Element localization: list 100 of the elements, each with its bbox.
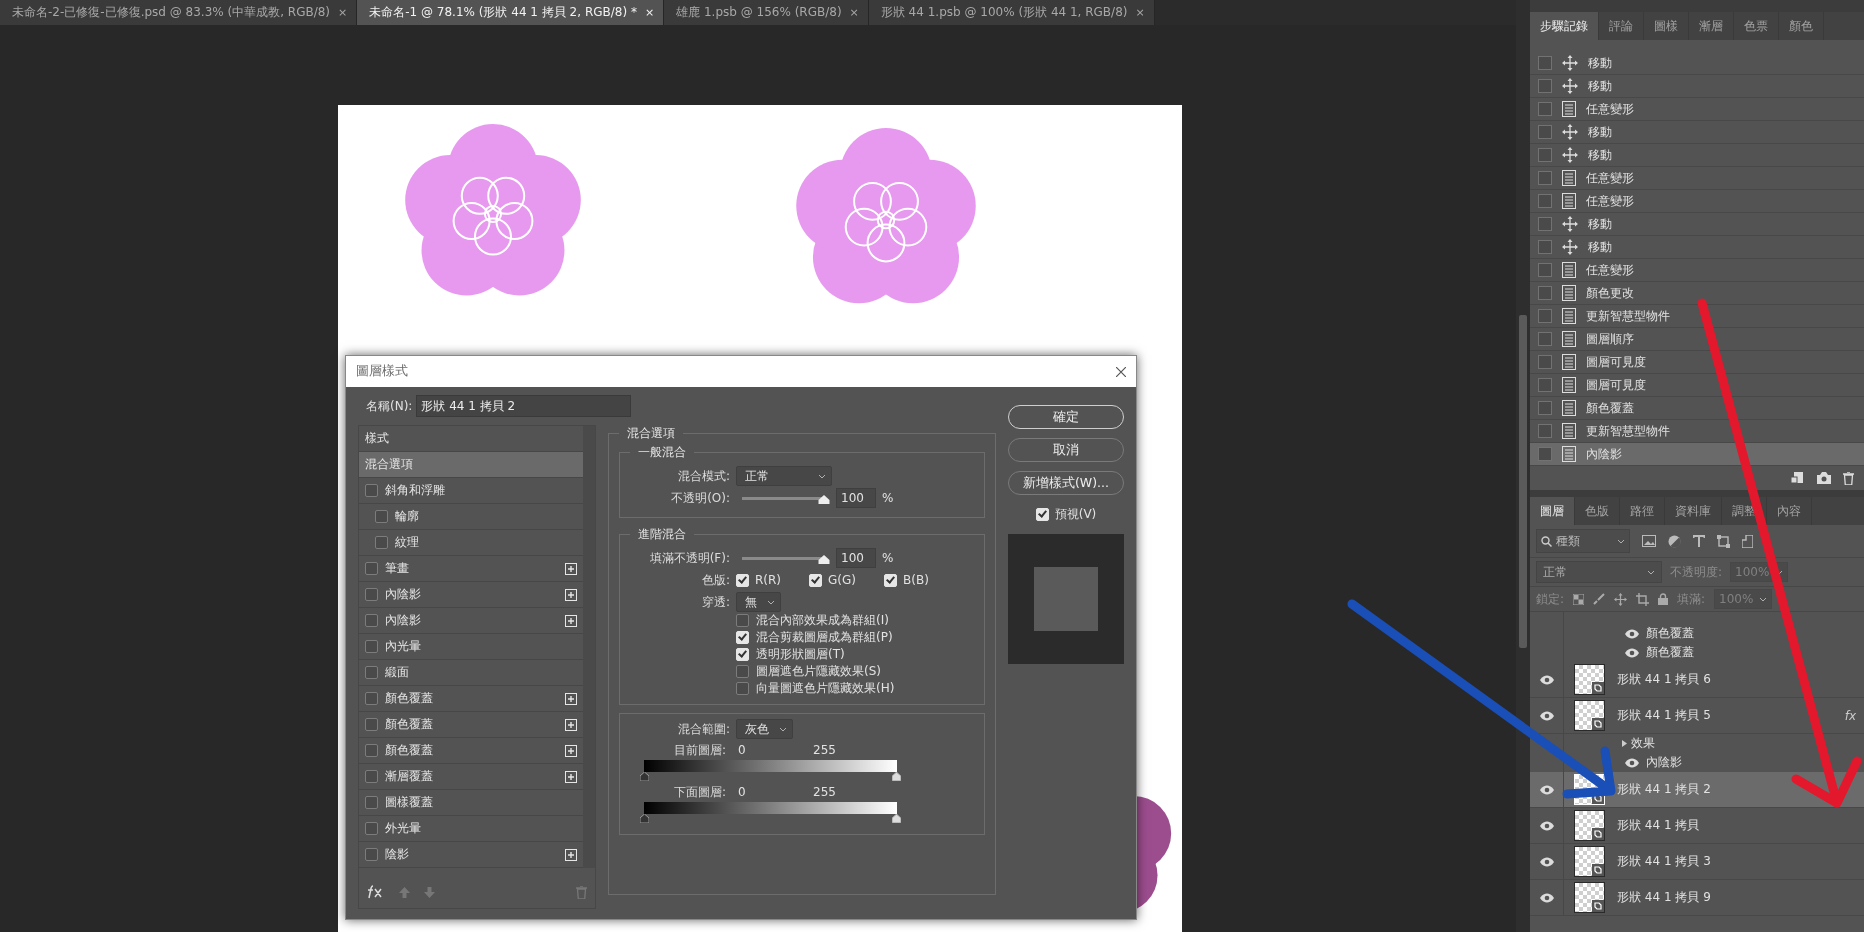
eye-icon[interactable]	[1624, 628, 1640, 639]
document-tab[interactable]: 形狀 44 1.psb @ 100% (形狀 44 1, RGB/8) ×	[868, 0, 1155, 25]
effects-group-label[interactable]: 效果	[1631, 735, 1655, 752]
document-tab[interactable]: 雄鹿 1.psb @ 156% (RGB/8) ×	[664, 0, 869, 25]
plus-icon[interactable]	[565, 692, 577, 705]
knockout-dropdown[interactable]: 無	[736, 592, 781, 612]
blend-mode-dropdown[interactable]: 正常	[736, 466, 832, 486]
style-list-item[interactable]: 顏色覆蓋	[359, 738, 583, 764]
checkbox[interactable]	[365, 796, 378, 809]
checkbox[interactable]	[365, 692, 378, 705]
down-arrow-icon[interactable]	[424, 886, 435, 898]
style-list-item[interactable]: 圖樣覆蓋	[359, 790, 583, 816]
eye-icon[interactable]	[1538, 856, 1555, 867]
history-step[interactable]: 圖層順序	[1530, 328, 1864, 351]
layer-effect-label[interactable]: 內陰影	[1646, 754, 1682, 771]
image-icon[interactable]	[1642, 535, 1656, 547]
layer-row[interactable]: 形狀 44 1 拷貝	[1530, 808, 1864, 844]
camera-icon[interactable]	[1817, 472, 1831, 484]
plus-icon[interactable]	[565, 588, 577, 601]
slider-handle[interactable]	[640, 772, 649, 781]
style-list-item[interactable]: 筆畫	[359, 556, 583, 582]
panel-tab[interactable]: 色票	[1734, 12, 1779, 40]
history-step[interactable]: 移動	[1530, 52, 1864, 75]
slider-handle[interactable]	[892, 772, 901, 781]
panel-tab[interactable]: 圖樣	[1644, 12, 1689, 40]
eye-icon[interactable]	[1624, 757, 1640, 768]
eye-icon[interactable]	[1624, 647, 1640, 658]
blend-mode-dropdown[interactable]: 正常	[1536, 561, 1662, 583]
layer-effect-label[interactable]: 顏色覆蓋	[1646, 625, 1694, 642]
checkbox[interactable]	[365, 484, 378, 497]
checkbox[interactable]	[365, 640, 378, 653]
close-tab-button[interactable]: ×	[338, 6, 348, 19]
checkbox[interactable]	[365, 562, 378, 575]
panel-tab[interactable]: 圖層	[1530, 497, 1575, 525]
half-circle-icon[interactable]	[1668, 534, 1681, 548]
history-step[interactable]: 任意變形	[1530, 259, 1864, 282]
shape-icon[interactable]	[1717, 534, 1730, 548]
style-list-item[interactable]: 內光暈	[359, 634, 583, 660]
checkbox[interactable]	[736, 682, 749, 695]
checkbox[interactable]	[365, 666, 378, 679]
type-icon[interactable]	[1693, 535, 1705, 547]
caret-icon[interactable]	[1622, 740, 1627, 747]
plus-icon[interactable]	[565, 718, 577, 731]
blend-if-dropdown[interactable]: 灰色	[736, 719, 793, 739]
checkerboard-icon[interactable]	[1573, 593, 1585, 605]
checkbox[interactable]	[365, 614, 378, 627]
style-list-item[interactable]: 緞面	[359, 660, 583, 686]
checkbox[interactable]	[365, 744, 378, 757]
number-field[interactable]: 100	[836, 548, 876, 568]
panel-tab[interactable]: 漸層	[1689, 12, 1734, 40]
layer-row[interactable]: 形狀 44 1 拷貝 9	[1530, 880, 1864, 916]
style-list-item[interactable]: 輪廓	[359, 504, 583, 530]
history-step[interactable]: 顏色更改	[1530, 282, 1864, 305]
checkbox[interactable]	[736, 665, 749, 678]
style-list-item[interactable]: 斜角和浮雕	[359, 478, 583, 504]
style-list-item[interactable]: 外光暈	[359, 816, 583, 842]
fx-icon[interactable]	[367, 885, 385, 899]
panel-tab[interactable]: 評論	[1599, 12, 1644, 40]
effects-indicator[interactable]: fx	[1844, 708, 1856, 723]
style-list-item[interactable]: 紋理	[359, 530, 583, 556]
checkbox[interactable]	[736, 614, 749, 627]
new-document-icon[interactable]	[1791, 471, 1805, 485]
eye-icon[interactable]	[1538, 784, 1555, 795]
close-tab-button[interactable]: ×	[644, 6, 655, 19]
style-list-item[interactable]: 陰影	[359, 842, 583, 868]
style-list-item[interactable]: 混合選項	[359, 452, 583, 478]
history-step[interactable]: 移動	[1530, 236, 1864, 259]
close-tab-button[interactable]: ×	[1135, 6, 1145, 19]
plus-icon[interactable]	[565, 770, 577, 783]
checkbox[interactable]	[375, 536, 388, 549]
history-step[interactable]: 移動	[1530, 75, 1864, 98]
plus-icon[interactable]	[565, 848, 577, 861]
eye-icon[interactable]	[1538, 820, 1555, 831]
panel-tab[interactable]: 路徑	[1620, 497, 1665, 525]
layer-row[interactable]: 形狀 44 1 拷貝 5 fx	[1530, 698, 1864, 734]
layer-row[interactable]: 形狀 44 1 拷貝 3	[1530, 844, 1864, 880]
history-step[interactable]: 任意變形	[1530, 98, 1864, 121]
crop-icon[interactable]	[1636, 592, 1650, 606]
checkbox[interactable]	[365, 822, 378, 835]
style-list-item[interactable]: 內陰影	[359, 608, 583, 634]
slider-handle[interactable]	[640, 814, 649, 823]
padlock-icon[interactable]	[1658, 593, 1669, 605]
document-tab[interactable]: 未命名-2-已修復-已修復.psd @ 83.3% (中華成教, RGB/8) ×	[0, 0, 358, 25]
slider-handle[interactable]	[818, 494, 830, 504]
filter-dropdown[interactable]: 種類	[1536, 529, 1630, 553]
plus-icon[interactable]	[565, 614, 577, 627]
history-step[interactable]: 任意變形	[1530, 167, 1864, 190]
plus-icon[interactable]	[565, 562, 577, 575]
eye-icon[interactable]	[1538, 674, 1555, 685]
checkbox[interactable]	[365, 848, 378, 861]
panel-tab[interactable]: 資料庫	[1665, 497, 1722, 525]
panel-tab[interactable]: 內容	[1767, 497, 1812, 525]
name-field[interactable]: 形狀 44 1 拷貝 2	[416, 395, 632, 417]
document-tab[interactable]: 未命名-1 @ 78.1% (形狀 44 1 拷貝 2, RGB/8) * ×	[357, 0, 665, 25]
panel-tab[interactable]: 顏色	[1779, 12, 1824, 40]
checkbox[interactable]	[365, 718, 378, 731]
checkbox[interactable]	[375, 510, 388, 523]
history-step[interactable]: 顏色覆蓋	[1530, 397, 1864, 420]
panel-tab[interactable]: 色版	[1575, 497, 1620, 525]
history-step[interactable]: 圖層可見度	[1530, 374, 1864, 397]
